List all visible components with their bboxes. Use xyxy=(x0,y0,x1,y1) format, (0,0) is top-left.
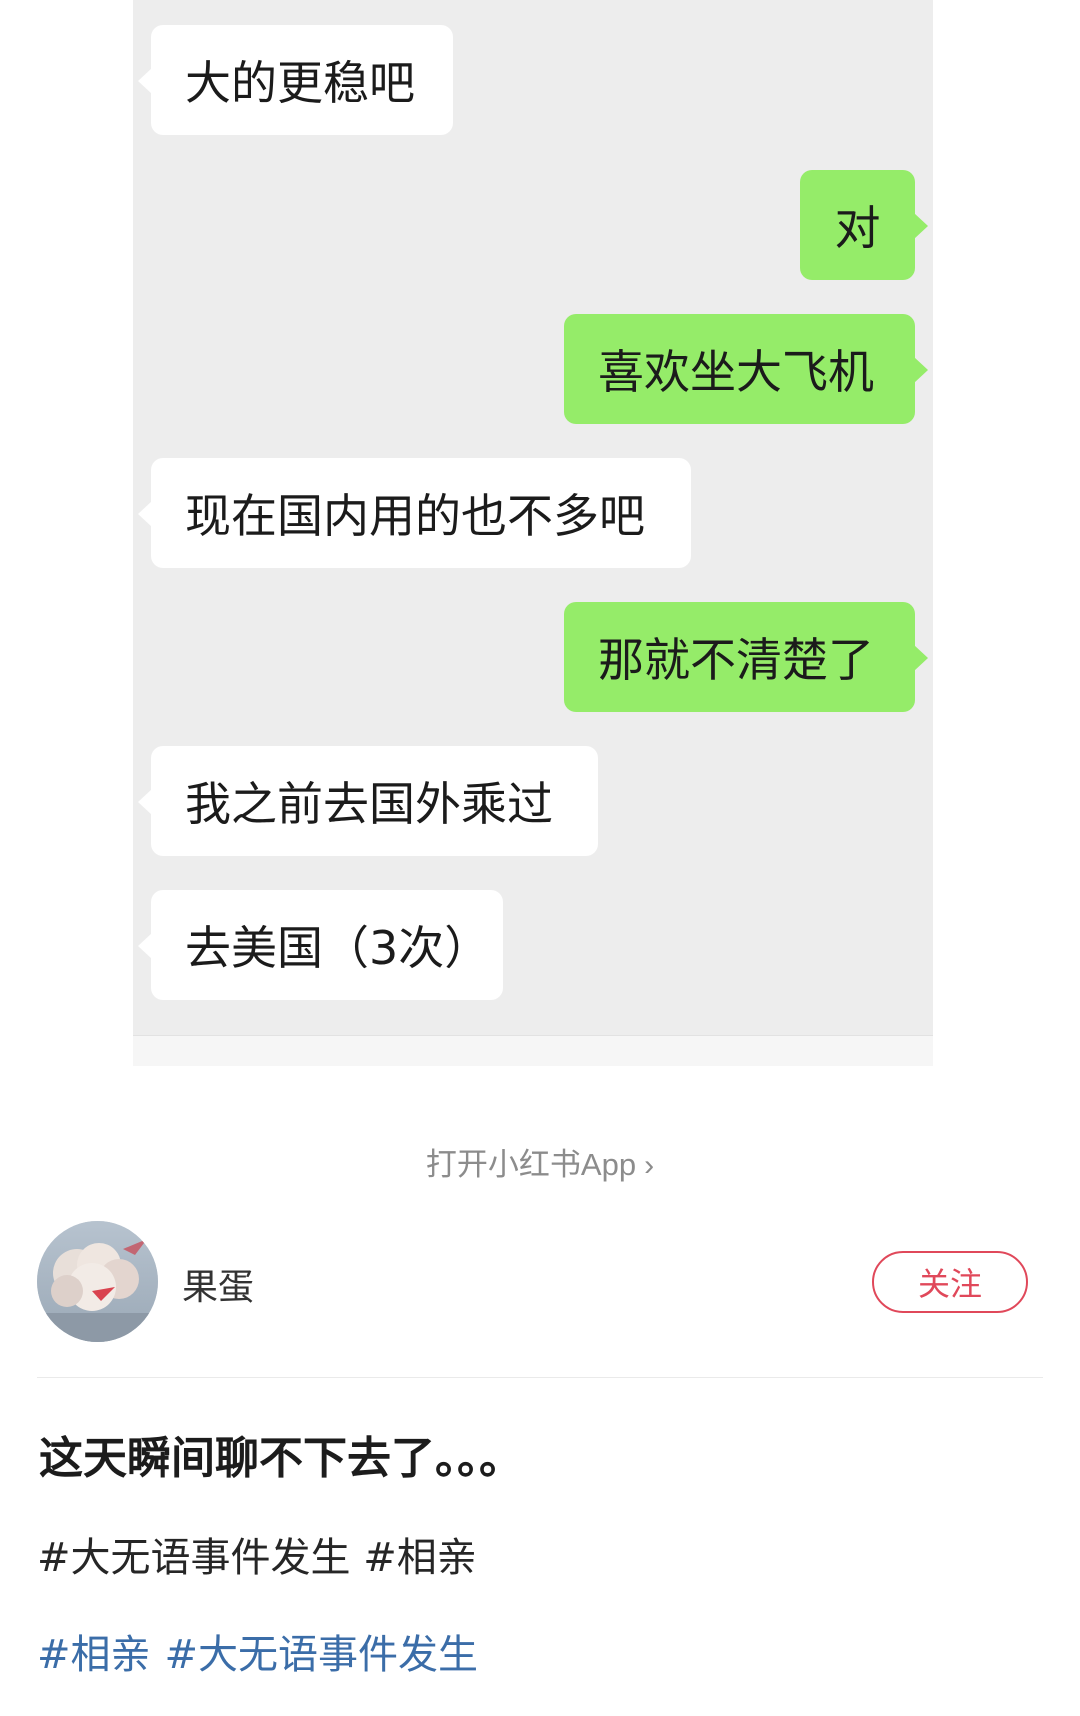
open-app-link[interactable]: 打开小红书App › xyxy=(0,1139,1080,1184)
tag-link[interactable]: #大无语事件发生 xyxy=(165,1632,479,1678)
received-message: 去美国（3次） xyxy=(138,890,503,1000)
avatar[interactable] xyxy=(37,1221,158,1342)
divider xyxy=(37,1377,1043,1378)
chat-input-strip xyxy=(133,1035,933,1066)
post-tag-links: #相亲 #大无语事件发生 xyxy=(37,1622,492,1680)
message-text: 现在国内用的也不多吧 xyxy=(185,489,645,543)
open-app-label: 打开小红书App xyxy=(425,1147,637,1182)
received-message: 我之前去国外乘过 xyxy=(138,746,598,856)
sent-message: 对 xyxy=(800,170,928,280)
post-title: 这天瞬间聊不下去了。。。 xyxy=(39,1433,523,1484)
message-text: 那就不清楚了 xyxy=(598,633,874,687)
message-text: 去美国（3次） xyxy=(185,921,491,975)
message-text: 大的更稳吧 xyxy=(185,56,415,110)
author-name[interactable]: 果蛋 xyxy=(182,1258,254,1310)
message-text: 喜欢坐大飞机 xyxy=(598,345,874,399)
chat-screenshot: 大的更稳吧 对 喜欢坐大飞机 现在国内用的也不多吧 那就不清楚了 我之前去国外乘… xyxy=(133,0,933,1066)
tag-link[interactable]: #相亲 xyxy=(37,1632,151,1678)
cloud-avatar-icon xyxy=(37,1221,158,1342)
received-message: 现在国内用的也不多吧 xyxy=(138,458,691,568)
follow-button[interactable]: 关注 xyxy=(872,1251,1028,1313)
sent-message: 喜欢坐大飞机 xyxy=(564,314,928,424)
received-message: 大的更稳吧 xyxy=(138,25,453,135)
chevron-right-icon: › xyxy=(644,1149,655,1182)
message-text: 对 xyxy=(834,201,881,255)
message-text: 我之前去国外乘过 xyxy=(185,777,553,831)
sent-message: 那就不清楚了 xyxy=(564,602,928,712)
post-tags-text: #大无语事件发生 #相亲 xyxy=(37,1535,477,1581)
